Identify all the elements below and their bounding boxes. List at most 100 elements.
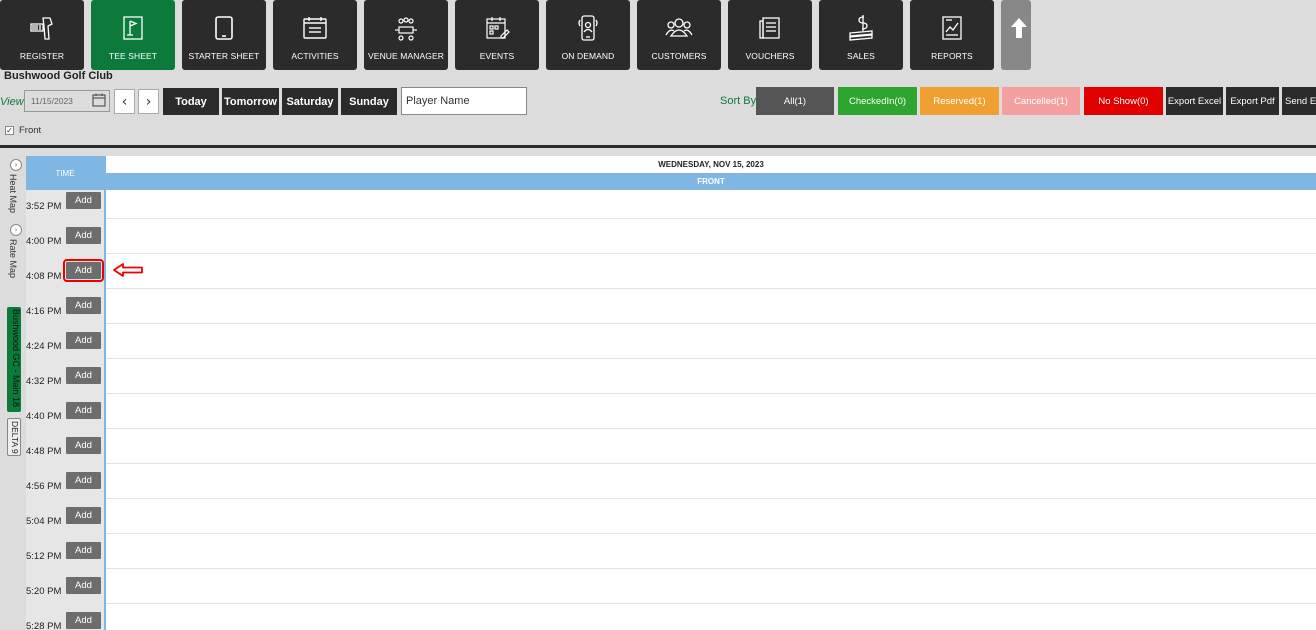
club-name: Bushwood Golf Club xyxy=(4,70,113,82)
prev-day-button[interactable]: ‹ xyxy=(114,89,135,114)
nav-starter-sheet-button[interactable]: STARTER SHEET xyxy=(182,0,266,70)
nav-on-demand-button[interactable]: ON DEMAND xyxy=(546,0,630,70)
slot-divider xyxy=(106,358,1316,359)
sort-by-label: Sort By xyxy=(720,95,757,107)
slot-time: 5:20 PM xyxy=(26,586,62,597)
date-header: WEDNESDAY, NOV 15, 2023 xyxy=(106,156,1316,173)
player-name-input[interactable] xyxy=(401,87,527,115)
filter-reserved-button[interactable]: Reserved(1) xyxy=(920,87,999,115)
slot-time: 4:24 PM xyxy=(26,341,62,352)
tomorrow-button[interactable]: Tomorrow xyxy=(222,88,279,115)
filter-checkedin-button[interactable]: CheckedIn(0) xyxy=(838,87,917,115)
nav-reports-button[interactable]: REPORTS xyxy=(910,0,994,70)
barcode-scanner-icon xyxy=(28,14,56,42)
slot-time: 4:40 PM xyxy=(26,411,62,422)
heat-map-tab[interactable]: Heat Map xyxy=(8,174,18,213)
calendar-list-icon xyxy=(301,14,329,42)
front-checkbox-label: Front xyxy=(19,125,42,136)
slot-divider xyxy=(106,568,1316,569)
add-booking-button[interactable]: Add xyxy=(66,507,101,524)
slot-time: 4:16 PM xyxy=(26,306,62,317)
slot-divider xyxy=(106,533,1316,534)
slot-time: 4:32 PM xyxy=(26,376,62,387)
nav-tee-sheet-button[interactable]: TEE SHEET xyxy=(91,0,175,70)
saturday-button[interactable]: Saturday xyxy=(282,88,338,115)
add-booking-button[interactable]: Add xyxy=(66,542,101,559)
add-booking-button[interactable]: Add xyxy=(66,367,101,384)
time-slot-row: 4:48 PM Add xyxy=(26,435,104,470)
nav-activities-button[interactable]: ACTIVITIES xyxy=(273,0,357,70)
slot-divider xyxy=(106,463,1316,464)
add-booking-button[interactable]: Add xyxy=(66,612,101,629)
today-button[interactable]: Today xyxy=(163,88,219,115)
event-calendar-icon xyxy=(483,14,511,42)
slot-divider xyxy=(106,428,1316,429)
slot-divider xyxy=(106,498,1316,499)
filter-noshow-button[interactable]: No Show(0) xyxy=(1084,87,1163,115)
filter-all-button[interactable]: All(1) xyxy=(756,87,834,115)
slot-time: 4:56 PM xyxy=(26,481,62,492)
calendar-icon[interactable] xyxy=(91,92,107,108)
nav-vouchers-button[interactable]: VOUCHERS xyxy=(728,0,812,70)
upload-arrow-icon xyxy=(1005,14,1033,42)
time-slot-row: 3:52 PM Add xyxy=(26,190,104,225)
course-tab-delta-9[interactable]: DELTA 9 xyxy=(7,418,21,456)
nav-customers-button[interactable]: CUSTOMERS xyxy=(637,0,721,70)
time-slot-row: 4:16 PM Add xyxy=(26,295,104,330)
nav-venue-manager-button[interactable]: VENUE MANAGER xyxy=(364,0,448,70)
time-slot-row: 4:56 PM Add xyxy=(26,470,104,505)
nav-button-label: CUSTOMERS xyxy=(651,51,707,61)
slot-time: 5:04 PM xyxy=(26,516,62,527)
rate-map-toggle-icon[interactable]: › xyxy=(10,224,22,236)
flag-sheet-icon xyxy=(119,14,147,42)
nav-button-label: EVENTS xyxy=(479,51,515,61)
add-booking-button[interactable]: Add xyxy=(66,332,101,349)
red-arrow-pointer-icon xyxy=(113,263,143,277)
add-booking-button[interactable]: Add xyxy=(66,437,101,454)
group-icon xyxy=(665,14,693,42)
view-label: View xyxy=(0,96,24,108)
time-slot-row: 4:40 PM Add xyxy=(26,400,104,435)
add-booking-button[interactable]: Add xyxy=(66,227,101,244)
nav-button-label: REGISTER xyxy=(19,51,65,61)
slot-divider xyxy=(106,288,1316,289)
course-tab-main-18[interactable]: Bushwood GC - Main 18 xyxy=(7,307,21,412)
add-booking-button[interactable]: Add xyxy=(66,577,101,594)
time-slot-row: 4:00 PM Add xyxy=(26,225,104,260)
nav-button-label: VOUCHERS xyxy=(745,51,795,61)
add-booking-button[interactable]: Add xyxy=(63,259,104,282)
front-checkbox[interactable]: ✓ Front xyxy=(5,125,41,136)
tee-sheet-grid: WEDNESDAY, NOV 15, 2023 FRONT xyxy=(104,156,1316,630)
nav-events-button[interactable]: EVENTS xyxy=(455,0,539,70)
time-slot-row: 5:20 PM Add xyxy=(26,575,104,610)
voucher-icon xyxy=(756,14,784,42)
add-booking-button[interactable]: Add xyxy=(66,192,101,209)
filter-cancelled-button[interactable]: Cancelled(1) xyxy=(1002,87,1080,115)
heat-map-toggle-icon[interactable]: › xyxy=(10,159,22,171)
nav-sales-button[interactable]: SALES xyxy=(819,0,903,70)
checkmark-icon[interactable]: ✓ xyxy=(5,126,14,135)
export-pdf-button[interactable]: Export Pdf xyxy=(1226,87,1279,115)
nav-button-label: TEE SHEET xyxy=(108,51,158,61)
send-email-button[interactable]: Send E xyxy=(1282,87,1316,115)
slot-divider xyxy=(106,393,1316,394)
add-booking-button[interactable]: Add xyxy=(66,402,101,419)
nav-upload-button[interactable] xyxy=(1001,0,1031,70)
report-icon xyxy=(938,14,966,42)
sunday-button[interactable]: Sunday xyxy=(341,88,397,115)
slot-divider xyxy=(106,603,1316,604)
add-booking-button[interactable]: Add xyxy=(66,297,101,314)
next-day-button[interactable]: › xyxy=(138,89,159,114)
time-slot-row: 5:12 PM Add xyxy=(26,540,104,575)
nav-button-label: SALES xyxy=(847,51,875,61)
rate-map-tab[interactable]: Rate Map xyxy=(8,239,18,278)
tablet-icon xyxy=(210,14,238,42)
slot-time: 4:08 PM xyxy=(26,271,62,282)
slot-time: 4:00 PM xyxy=(26,236,62,247)
time-slot-row: 5:04 PM Add xyxy=(26,505,104,540)
export-excel-button[interactable]: Export Excel xyxy=(1166,87,1223,115)
add-booking-button[interactable]: Add xyxy=(66,472,101,489)
nav-register-button[interactable]: REGISTER xyxy=(0,0,84,70)
time-column-header: TIME xyxy=(26,156,104,190)
mobile-user-icon xyxy=(574,14,602,42)
